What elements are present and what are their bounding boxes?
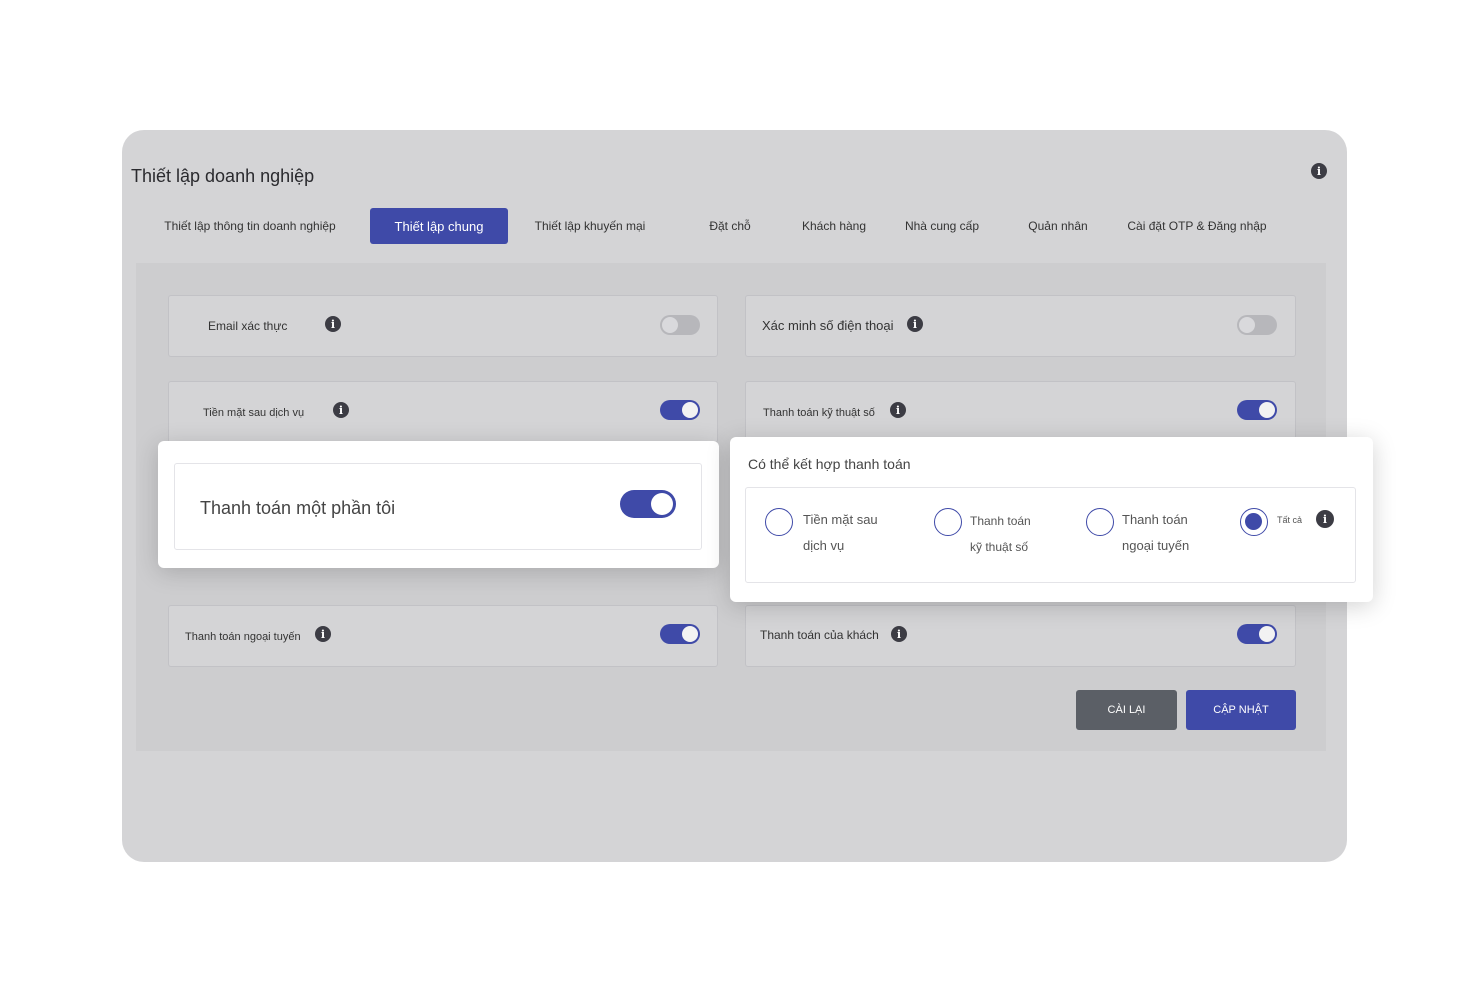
- combine-payment-popup: Có thể kết hợp thanh toán Tiền mặt sau d…: [730, 437, 1373, 602]
- radio-label-offline: Thanh toán ngoại tuyến: [1122, 512, 1190, 553]
- setting-label-email: Email xác thực: [208, 319, 288, 333]
- offline-payment-toggle[interactable]: [660, 624, 700, 644]
- tab-business-info[interactable]: Thiết lập thông tin doanh nghiệp: [150, 208, 350, 244]
- partial-payment-popup: Thanh toán một phần tôi: [158, 441, 719, 568]
- radio-digital-payment[interactable]: [934, 508, 962, 536]
- info-icon[interactable]: i: [907, 316, 923, 332]
- setting-card-offline: Thanh toán ngoại tuyến i: [168, 605, 718, 667]
- info-icon[interactable]: i: [315, 626, 331, 642]
- info-icon[interactable]: i: [325, 316, 341, 332]
- setting-card-phone: Xác minh số điện thoại i: [745, 295, 1296, 357]
- email-verify-toggle[interactable]: [660, 315, 700, 335]
- guest-payment-toggle[interactable]: [1237, 624, 1277, 644]
- stage: Thiết lập doanh nghiệp i Thiết lập thông…: [0, 0, 1468, 992]
- radio-label-cash: Tiền mặt sau dịch vụ: [803, 512, 878, 553]
- radio-all[interactable]: [1240, 508, 1268, 536]
- radio-label-all: Tất cả: [1277, 515, 1303, 525]
- setting-label-cash: Tiền mặt sau dịch vụ: [203, 407, 305, 419]
- radio-offline-payment[interactable]: [1086, 508, 1114, 536]
- setting-card-cash: Tiền mặt sau dịch vụ i: [168, 381, 718, 443]
- combine-payment-options: Tiền mặt sau dịch vụ Thanh toán kỹ thuật…: [745, 487, 1356, 583]
- setting-card-email: Email xác thực i: [168, 295, 718, 357]
- setting-card-guest: Thanh toán của khách i: [745, 605, 1296, 667]
- tab-suppliers[interactable]: Nhà cung cấp: [900, 208, 984, 244]
- tab-booking[interactable]: Đặt chỗ: [696, 208, 764, 244]
- partial-payment-label: Thanh toán một phần tôi: [200, 498, 396, 518]
- tab-general-settings[interactable]: Thiết lập chung: [370, 208, 508, 244]
- info-icon[interactable]: i: [890, 402, 906, 418]
- tab-customers[interactable]: Khách hàng: [792, 208, 876, 244]
- info-icon[interactable]: i: [891, 626, 907, 642]
- phone-verify-toggle[interactable]: [1237, 315, 1277, 335]
- digital-payment-toggle[interactable]: [1237, 400, 1277, 420]
- setting-label-digital: Thanh toán kỹ thuật số: [763, 407, 875, 419]
- partial-payment-toggle[interactable]: [620, 490, 676, 518]
- combine-info-icon[interactable]: i: [1316, 510, 1334, 528]
- setting-card-digital: Thanh toán kỹ thuật số i: [745, 381, 1296, 443]
- reset-button[interactable]: CÀI LẠI: [1076, 690, 1177, 730]
- header-info-icon[interactable]: i: [1311, 163, 1327, 179]
- info-icon[interactable]: i: [333, 402, 349, 418]
- tab-otp-login[interactable]: Cài đặt OTP & Đăng nhập: [1124, 208, 1270, 244]
- setting-label-offline: Thanh toán ngoại tuyến: [185, 631, 301, 643]
- partial-payment-card: Thanh toán một phần tôi: [174, 463, 702, 550]
- combine-payment-title: Có thể kết hợp thanh toán: [748, 456, 911, 472]
- cash-after-service-toggle[interactable]: [660, 400, 700, 420]
- setting-label-guest: Thanh toán của khách: [760, 628, 879, 642]
- setting-label-phone: Xác minh số điện thoại: [762, 318, 894, 333]
- update-button[interactable]: CẬP NHẬT: [1186, 690, 1296, 730]
- tab-staff[interactable]: Quản nhân: [1016, 208, 1100, 244]
- page-title: Thiết lập doanh nghiệp: [131, 166, 315, 186]
- radio-label-digital: Thanh toán kỹ thuật số: [970, 514, 1031, 554]
- radio-cash-after-service[interactable]: [765, 508, 793, 536]
- tab-promotion-settings[interactable]: Thiết lập khuyến mại: [520, 208, 660, 244]
